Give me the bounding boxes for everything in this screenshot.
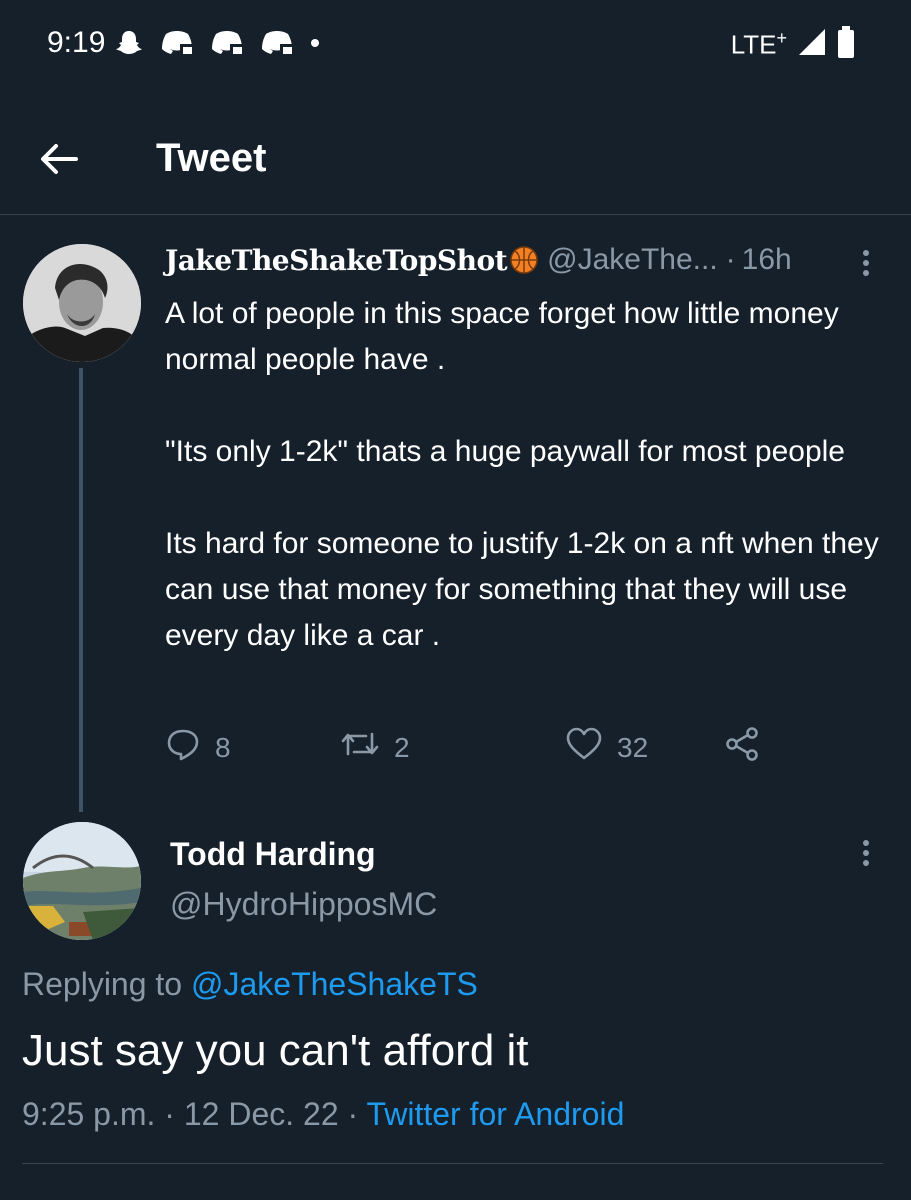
reply-icon xyxy=(165,726,201,769)
tweet-header: JakeTheShakeTopShot @JakeThe... · 16h xyxy=(165,243,792,277)
tweet-paragraph: "Its only 1-2k" thats a huge paywall for… xyxy=(165,435,845,468)
reply-tweet-text: Just say you can't afford it xyxy=(22,1026,529,1075)
tweet-actions: 8 2 32 xyxy=(165,726,765,770)
discord-icon xyxy=(260,30,294,56)
battery-icon xyxy=(837,26,855,63)
arrow-left-icon[interactable] xyxy=(34,134,84,184)
system-indicators: LTE+ xyxy=(731,26,855,63)
discord-icon xyxy=(160,30,194,56)
header-divider xyxy=(0,214,911,215)
notification-icons xyxy=(114,28,320,58)
like-button[interactable]: 32 xyxy=(565,726,648,769)
notification-dot-icon xyxy=(310,38,320,48)
tweet-paragraph: Its hard for someone to justify 1-2k on … xyxy=(165,527,879,652)
tweet-metadata: 9:25 p.m. · 12 Dec. 22 · Twitter for And… xyxy=(22,1096,624,1133)
retweet-count: 2 xyxy=(394,731,410,763)
avatar[interactable] xyxy=(23,822,141,940)
status-time: 9:19 xyxy=(47,26,106,59)
tweet-time[interactable]: 16h xyxy=(742,243,792,277)
user-handle[interactable]: @JakeThe... xyxy=(547,243,718,277)
tweet-source-link[interactable]: Twitter for Android xyxy=(366,1096,624,1132)
display-name[interactable]: Todd Harding xyxy=(170,836,376,873)
thread-connector-line xyxy=(79,368,83,812)
heart-icon xyxy=(565,726,603,769)
more-options-icon[interactable] xyxy=(856,245,876,285)
discord-icon xyxy=(210,30,244,56)
display-name[interactable]: JakeTheShakeTopShot xyxy=(165,244,508,277)
replying-to-label: Replying to xyxy=(22,966,183,1002)
like-count: 32 xyxy=(617,731,649,763)
page-title: Tweet xyxy=(156,136,267,180)
app-header: Tweet xyxy=(0,110,911,214)
status-bar: 9:19 LTE+ xyxy=(0,0,911,90)
reply-button[interactable]: 8 xyxy=(165,726,231,769)
network-type: LTE+ xyxy=(730,28,787,60)
signal-icon xyxy=(797,27,827,62)
separator-dot: · xyxy=(725,243,736,276)
more-options-icon[interactable] xyxy=(856,835,876,875)
retweet-button[interactable]: 2 xyxy=(340,726,410,769)
retweet-icon xyxy=(340,726,380,769)
reply-count: 8 xyxy=(215,731,231,763)
divider xyxy=(22,1163,883,1164)
share-icon xyxy=(723,726,761,769)
basketball-icon xyxy=(507,245,539,275)
replying-to: Replying to @JakeTheShakeTS xyxy=(22,966,478,1003)
tweet-text: A lot of people in this space forget how… xyxy=(165,291,895,659)
tweet-timestamp: 9:25 p.m. · 12 Dec. 22 · xyxy=(22,1096,359,1132)
avatar[interactable] xyxy=(23,244,141,362)
snapchat-icon xyxy=(114,28,144,58)
share-button[interactable] xyxy=(723,726,761,769)
user-handle[interactable]: @HydroHipposMC xyxy=(170,886,437,923)
replying-to-link[interactable]: @JakeTheShakeTS xyxy=(191,966,478,1002)
tweet-paragraph: A lot of people in this space forget how… xyxy=(165,297,839,376)
